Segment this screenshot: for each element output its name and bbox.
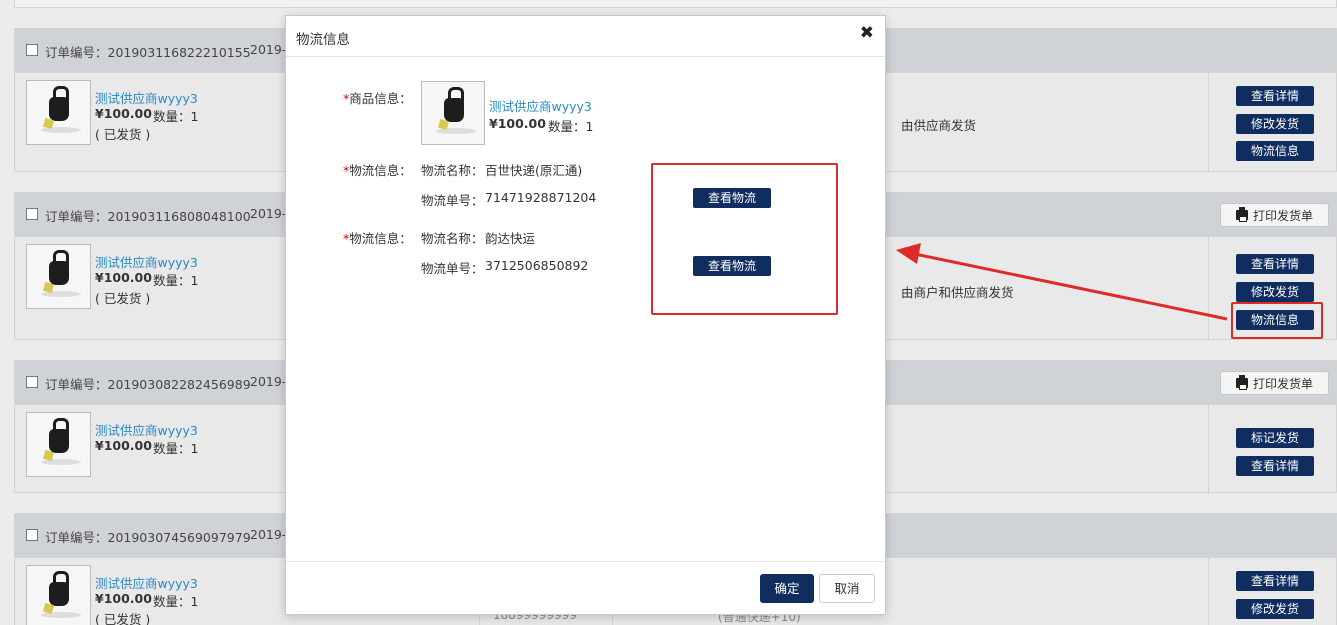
order-date: 2019- [250,374,287,389]
order-number: 订单编号：201903116822210155 [45,45,251,60]
shipping-method: 由商户和供应商发货 [901,285,1014,300]
printer-icon [1235,207,1248,222]
logistics-name-label: 物流名称： [421,163,484,178]
product-thumbnail[interactable] [26,244,91,309]
tracking-number: 3712506850892 [485,258,589,273]
product-info-label: *商品信息： [343,91,412,106]
tracking-number-label: 物流单号： [421,261,484,276]
bag-image [49,250,69,285]
modal-footer: 确定 取消 [286,561,885,614]
product-name-link[interactable]: 测试供应商wyyy3 [95,88,198,107]
confirm-button[interactable]: 确定 [760,574,814,603]
highlight-box-logistics-button [1231,302,1323,339]
order-number: 订单编号：201903074569097979 [45,530,251,545]
tracking-number: 71471928871204 [485,190,597,205]
product-status: ( 已发货 ) [95,291,151,306]
column-divider [1208,73,1209,173]
shipping-method: 由供应商发货 [901,118,977,133]
printer-icon [1235,375,1248,390]
logistics-info-button[interactable]: 物流信息 [1236,141,1314,161]
order-date: 2019- [250,527,287,542]
product-name-link[interactable]: 测试供应商wyyy3 [95,420,198,439]
modify-shipment-button[interactable]: 修改发货 [1236,599,1314,619]
view-details-button[interactable]: 查看详情 [1236,86,1314,106]
mark-shipped-button[interactable]: 标记发货 [1236,428,1314,448]
column-divider [1208,405,1209,494]
product-qty: 数量：1 [153,273,199,288]
product-thumbnail[interactable] [26,80,91,145]
order-number: 订单编号：201903082282456989 [45,377,251,392]
modal-product-thumbnail[interactable] [421,81,485,145]
column-divider [1208,558,1209,625]
print-invoice-button[interactable]: 打印发货单 [1220,203,1329,227]
product-name-link[interactable]: 测试供应商wyyy3 [95,252,198,271]
order-checkbox[interactable] [26,529,38,541]
bag-image [444,87,464,122]
order-number: 订单编号：201903116808048100 [45,209,251,224]
logistics-info-label: *物流信息： [343,231,412,246]
product-name-link[interactable]: 测试供应商wyyy3 [95,573,198,592]
close-icon[interactable]: ✖ [860,23,874,43]
product-price: ¥100.00 [95,591,152,606]
modal-product-name-link[interactable]: 测试供应商wyyy3 [489,96,592,115]
tracking-number-label: 物流单号： [421,193,484,208]
modal-header: 物流信息 ✖ [286,16,885,57]
product-status: ( 已发货 ) [95,612,151,625]
logistics-info-label: *物流信息： [343,163,412,178]
order-date: 2019- [250,206,287,221]
highlight-box-view-logistics [651,163,838,315]
product-price: ¥100.00 [95,106,152,121]
view-details-button[interactable]: 查看详情 [1236,456,1314,476]
view-details-button[interactable]: 查看详情 [1236,571,1314,591]
logistics-name-label: 物流名称： [421,231,484,246]
order-checkbox[interactable] [26,44,38,56]
product-status: ( 已发货 ) [95,127,151,142]
product-price: ¥100.00 [95,438,152,453]
logistics-name: 百世快递(原汇通) [485,163,583,178]
order-checkbox[interactable] [26,208,38,220]
modify-shipment-button[interactable]: 修改发货 [1236,282,1314,302]
print-invoice-button[interactable]: 打印发货单 [1220,371,1329,395]
modify-shipment-button[interactable]: 修改发货 [1236,114,1314,134]
bag-image [49,86,69,121]
order-date: 2019- [250,42,287,57]
product-thumbnail[interactable] [26,565,91,625]
previous-order-edge [14,0,1337,8]
order-checkbox[interactable] [26,376,38,388]
logistics-name: 韵达快运 [485,231,536,246]
product-thumbnail[interactable] [26,412,91,477]
modal-product-qty: 数量：1 [548,119,594,134]
product-qty: 数量：1 [153,109,199,124]
product-qty: 数量：1 [153,594,199,609]
product-qty: 数量：1 [153,441,199,456]
modal-title: 物流信息 [296,32,350,48]
modal-product-price: ¥100.00 [489,116,546,131]
bag-image [49,571,69,606]
bag-image [49,418,69,453]
product-price: ¥100.00 [95,270,152,285]
view-details-button[interactable]: 查看详情 [1236,254,1314,274]
column-divider [1208,237,1209,341]
logistics-modal: 物流信息 ✖ *商品信息： 测试供应商wyyy3 ¥100.00 数量：1 *物… [285,15,886,615]
cancel-button[interactable]: 取消 [819,574,875,603]
